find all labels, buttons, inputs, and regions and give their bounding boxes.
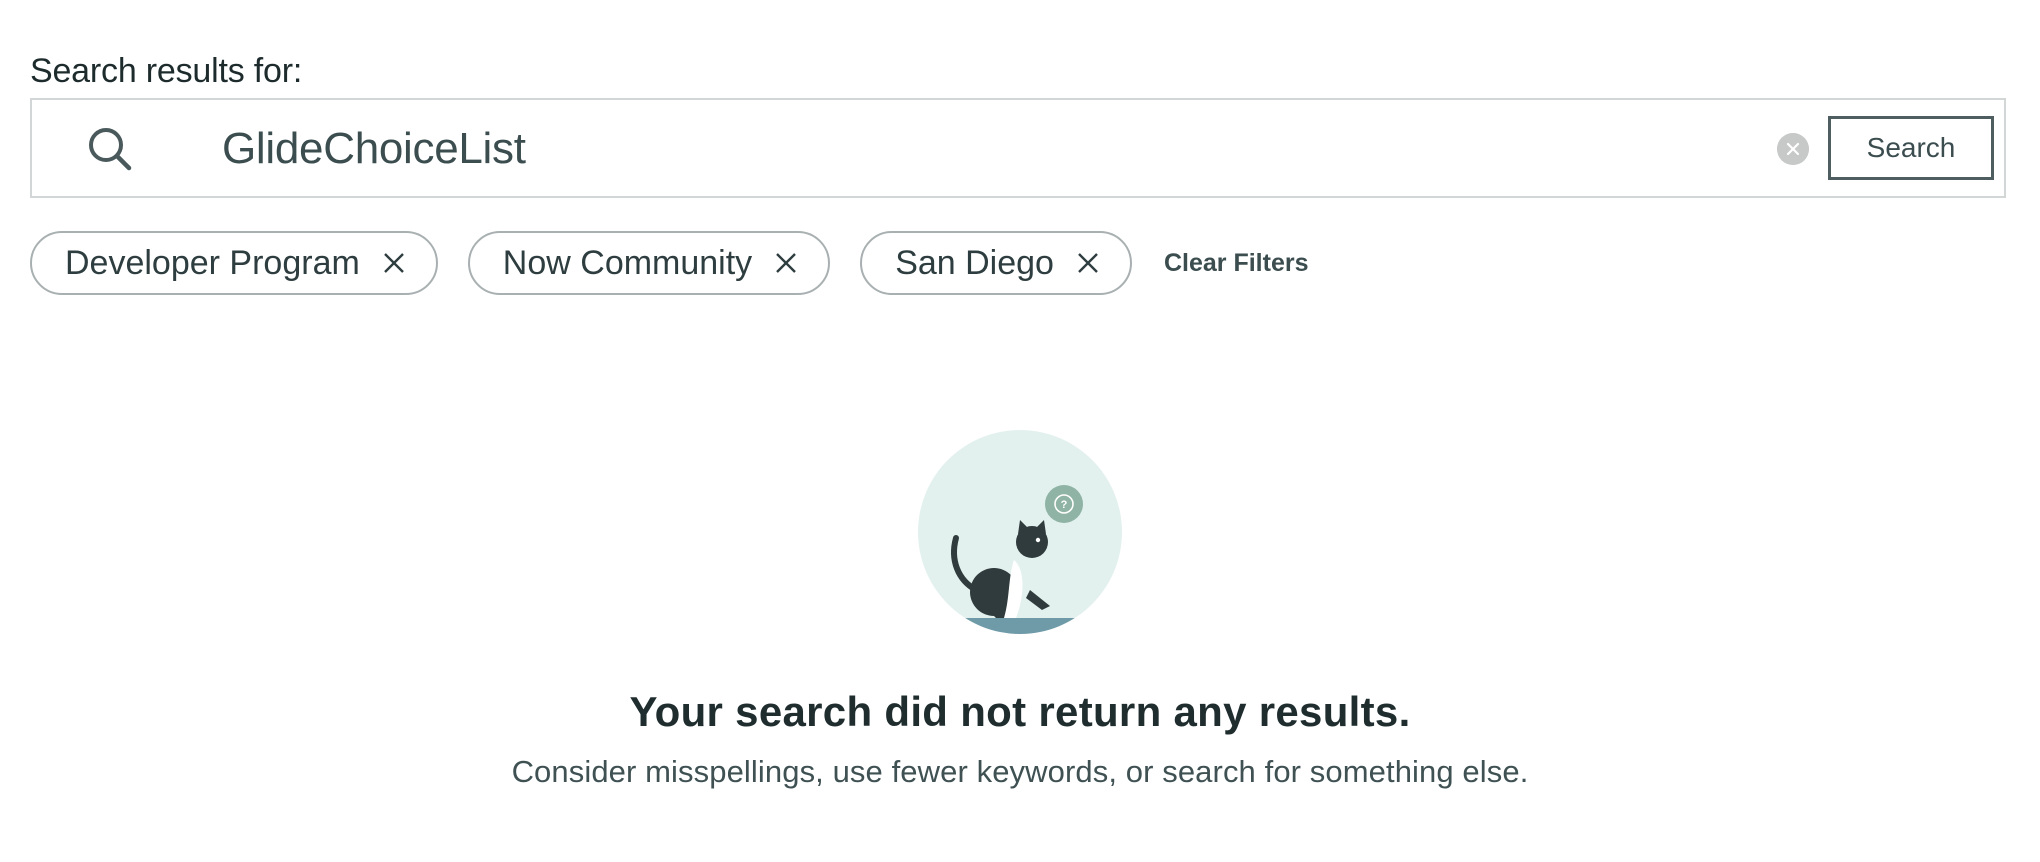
empty-state-title: Your search did not return any results. [629,688,1411,735]
search-bar: Search [30,98,2006,198]
close-icon[interactable] [774,251,798,275]
filter-chip-label: Now Community [502,243,753,282]
filter-chip-now-community[interactable]: Now Community [467,231,831,295]
filter-chip-developer-program[interactable]: Developer Program [30,231,438,295]
filter-chip-san-diego[interactable]: San Diego [860,231,1132,295]
filter-chips: Developer Program Now Community San Dieg… [30,231,1308,295]
filter-chip-label: San Diego [895,243,1054,282]
search-button[interactable]: Search [1828,116,1994,180]
search-input[interactable] [222,114,1742,184]
close-icon[interactable] [1076,251,1100,275]
search-results-label: Search results for: [30,52,303,90]
filter-chip-label: Developer Program [65,243,360,282]
empty-state: ? Your search did not return any results… [0,430,2040,790]
clear-search-icon[interactable] [1777,133,1809,165]
clear-filters-link[interactable]: Clear Filters [1164,249,1309,278]
close-icon[interactable] [382,251,406,275]
cat-question-illustration: ? [918,430,1122,634]
empty-state-message: Consider misspellings, use fewer keyword… [511,754,1529,789]
svg-text:?: ? [1061,499,1068,511]
search-icon [89,128,132,171]
